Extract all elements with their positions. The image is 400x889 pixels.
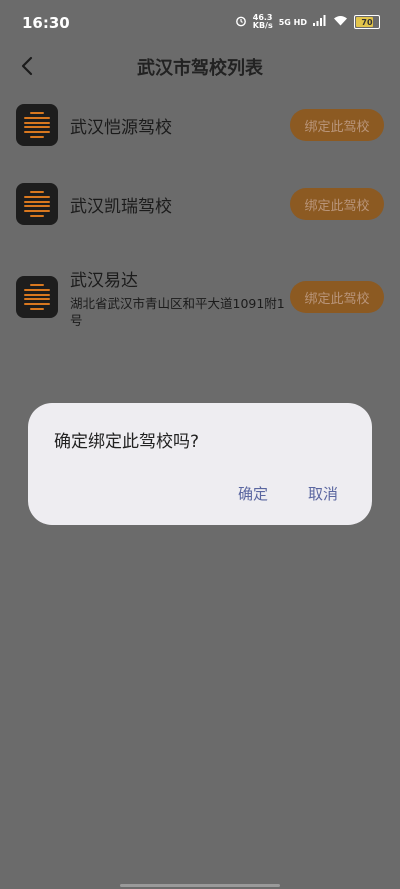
school-info: 武汉恺源驾校 xyxy=(70,113,290,138)
school-name: 武汉凯瑞驾校 xyxy=(70,196,172,217)
list-item: 武汉恺源驾校 绑定此驾校 xyxy=(0,92,400,158)
school-name: 武汉恺源驾校 xyxy=(70,117,172,138)
status-icons: 46.3 KB/s 5G HD 70 xyxy=(235,14,380,30)
list-item: 武汉凯瑞驾校 绑定此驾校 xyxy=(0,171,400,237)
school-name: 武汉易达 xyxy=(70,270,138,291)
bind-school-button[interactable]: 绑定此驾校 xyxy=(290,109,384,141)
alarm-icon xyxy=(235,15,247,30)
nav-bar: 武汉市驾校列表 xyxy=(0,46,400,86)
school-list: 武汉恺源驾校 绑定此驾校 武汉凯瑞驾校 绑定此驾校 武汉易达 湖北省武汉市青山区… xyxy=(0,92,400,337)
signal-icon xyxy=(313,15,327,29)
school-info: 武汉凯瑞驾校 xyxy=(70,192,290,217)
confirm-dialog: 确定绑定此驾校吗? 确定 取消 xyxy=(28,403,372,525)
list-item: 武汉易达 湖北省武汉市青山区和平大道1091附1号 绑定此驾校 xyxy=(0,257,400,337)
bind-school-button[interactable]: 绑定此驾校 xyxy=(290,281,384,313)
battery-icon: 70 xyxy=(354,15,380,29)
school-info: 武汉易达 湖北省武汉市青山区和平大道1091附1号 xyxy=(70,266,290,329)
page-title: 武汉市驾校列表 xyxy=(137,58,263,79)
dialog-message: 确定绑定此驾校吗? xyxy=(54,432,200,452)
cancel-button[interactable]: 取消 xyxy=(308,483,338,504)
home-indicator[interactable] xyxy=(120,884,280,887)
status-time: 16:30 xyxy=(22,14,70,32)
confirm-button[interactable]: 确定 xyxy=(238,483,268,504)
school-logo xyxy=(16,104,58,146)
network-speed: 46.3 KB/s xyxy=(253,14,273,30)
school-logo xyxy=(16,276,58,318)
school-logo xyxy=(16,183,58,225)
network-speed-unit: KB/s xyxy=(252,21,273,30)
status-bar: 16:30 46.3 KB/s 5G HD 70 xyxy=(0,0,400,46)
bind-school-button[interactable]: 绑定此驾校 xyxy=(290,188,384,220)
signal-label: 5G HD xyxy=(278,17,307,27)
wifi-icon xyxy=(333,15,348,29)
battery-level: 70 xyxy=(361,17,373,27)
school-address: 湖北省武汉市青山区和平大道1091附1号 xyxy=(70,295,285,328)
dialog-buttons: 确定 取消 xyxy=(238,483,338,504)
